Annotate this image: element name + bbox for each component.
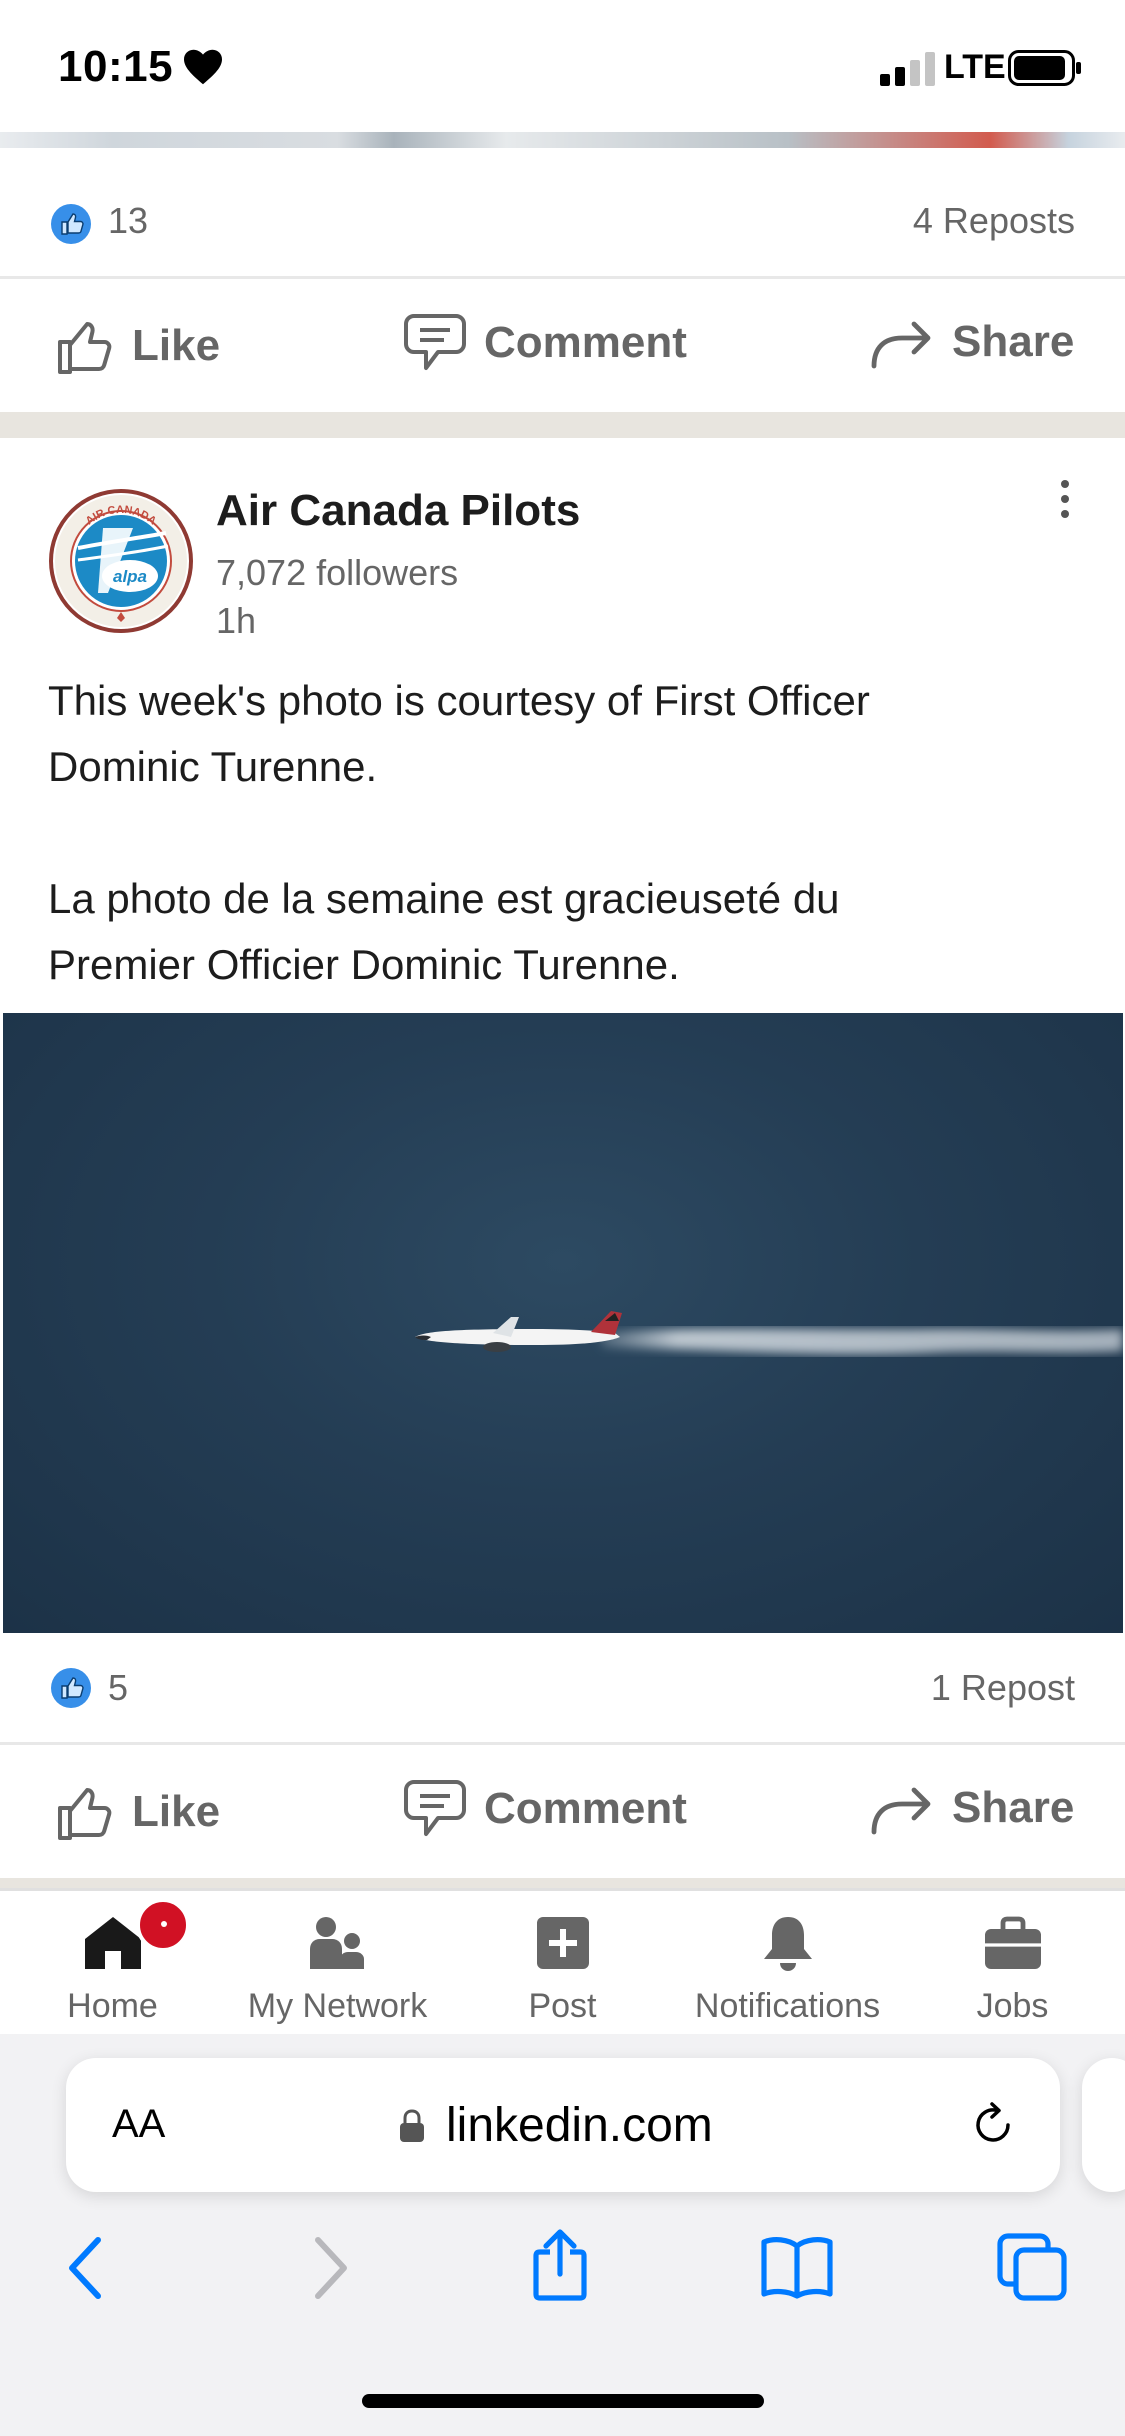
signal-strength-icon (880, 52, 935, 86)
previous-post-stats: 13 4 Reposts (0, 158, 1125, 288)
briefcase-icon (984, 1916, 1041, 1969)
nav-post[interactable]: Post (450, 1891, 675, 2037)
comment-label: Comment (484, 318, 687, 367)
status-time: 10:15 (58, 42, 174, 91)
avatar-logo-text: alpa (113, 567, 147, 586)
post-photo[interactable] (3, 1013, 1123, 1633)
share-button[interactable]: Share (870, 314, 1074, 370)
like-reaction-icon[interactable] (50, 203, 92, 245)
share-icon (871, 321, 931, 369)
nav-my-network-label: My Network (247, 1987, 428, 2025)
reposts-count[interactable]: 1 Repost (931, 1667, 1075, 1709)
post-text-fr-line1: La photo de la semaine est gracieuseté d… (48, 875, 840, 922)
post-text-en-line2: Dominic Turenne. (48, 743, 378, 790)
like-button[interactable]: Like (52, 1780, 220, 1844)
home-icon (84, 1917, 141, 1969)
airplane-contrail-image (415, 1311, 1123, 1355)
nav-post-label: Post (528, 1987, 597, 2025)
forward-arrow-icon[interactable] (306, 2234, 354, 2302)
nav-home-label: Home (67, 1987, 158, 2025)
more-options-icon[interactable] (1050, 478, 1080, 524)
airplane (415, 1311, 622, 1352)
comment-icon (404, 1780, 466, 1836)
share-label: Share (952, 1783, 1075, 1832)
share-icon (871, 1787, 931, 1835)
bell-icon (763, 1917, 812, 1971)
network-type: LTE (944, 48, 1006, 86)
heart-icon (184, 49, 222, 85)
post-text-fr-line2: Premier Officier Dominic Turenne. (48, 941, 680, 988)
next-tab-peek[interactable] (1082, 2058, 1125, 2192)
tabs-icon[interactable] (996, 2232, 1068, 2302)
previous-post-image[interactable] (0, 132, 1125, 148)
feed-separator (0, 1878, 1125, 1888)
reader-aa-button[interactable]: AA (112, 2102, 165, 2147)
notification-badge (136, 1898, 190, 1952)
feed-separator (0, 412, 1125, 438)
like-label: Like (132, 1787, 221, 1836)
reaction-count[interactable]: 5 (108, 1667, 128, 1709)
battery-icon (1008, 50, 1081, 86)
comment-label: Comment (484, 1784, 687, 1833)
network-icon (309, 1917, 364, 1969)
post-text-en-line1: This week's photo is courtesy of First O… (48, 677, 870, 724)
home-indicator[interactable] (362, 2394, 764, 2408)
lock-icon (400, 2109, 424, 2142)
like-button[interactable]: Like (52, 314, 220, 378)
thumbs-up-icon (58, 1788, 112, 1840)
share-sheet-icon[interactable] (528, 2226, 592, 2302)
back-arrow-icon[interactable] (62, 2234, 110, 2302)
aa-label: AA (112, 2102, 166, 2146)
post-author-followers: 7,072 followers (216, 552, 459, 593)
divider (0, 276, 1125, 279)
previous-post-actions: Like Comment Share (0, 280, 1125, 410)
like-label: Like (132, 321, 221, 370)
share-label: Share (952, 317, 1075, 366)
nav-notifications-label: Notifications (694, 1987, 881, 2025)
share-button[interactable]: Share (870, 1780, 1074, 1836)
post-icon (536, 1917, 589, 1969)
nav-my-network[interactable]: My Network (225, 1891, 450, 2037)
comment-button[interactable]: Comment (402, 1778, 687, 1840)
nav-jobs-label: Jobs (976, 1987, 1049, 2025)
comment-icon (404, 314, 466, 370)
post-actions: Like Comment Share (0, 1746, 1125, 1876)
post-timestamp: 1h (216, 600, 257, 641)
like-reaction-icon[interactable] (50, 1667, 92, 1709)
reposts-count[interactable]: 4 Reposts (913, 200, 1075, 242)
comment-button[interactable]: Comment (402, 312, 687, 374)
reload-icon[interactable] (968, 2100, 1018, 2150)
nav-home[interactable]: Home (0, 1891, 225, 2037)
author-avatar[interactable]: alpa AIR CANADA (48, 488, 194, 634)
post-author-name[interactable]: Air Canada Pilots (216, 486, 580, 536)
reaction-count[interactable]: 13 (108, 200, 148, 242)
url-text[interactable]: linkedin.com (446, 2098, 713, 2153)
thumbs-up-icon (58, 322, 112, 374)
bookmarks-icon[interactable] (760, 2234, 834, 2300)
nav-jobs[interactable]: Jobs (900, 1891, 1125, 2037)
nav-notifications[interactable]: Notifications (675, 1891, 900, 2037)
divider (0, 1742, 1125, 1745)
